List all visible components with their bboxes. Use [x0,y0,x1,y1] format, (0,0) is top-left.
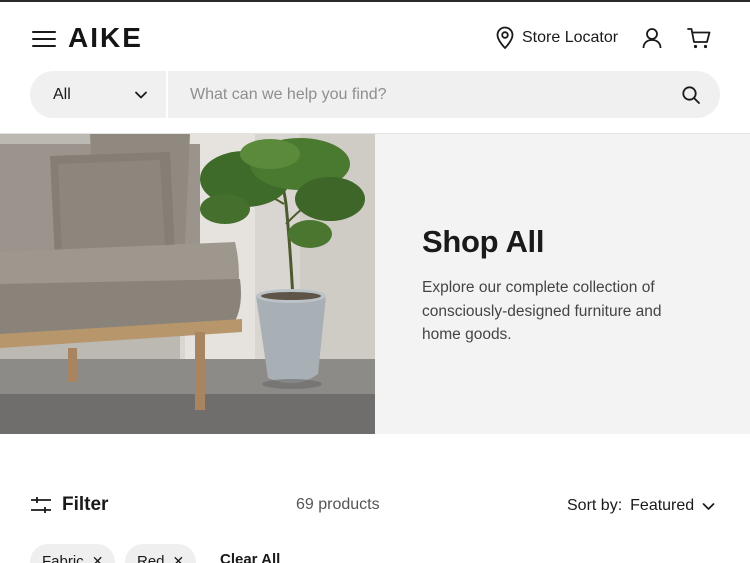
search-bar: All [30,71,720,118]
site-header: AIKE Store Locator [0,2,750,70]
cart-icon[interactable] [686,26,712,50]
sort-dropdown[interactable]: Sort by: Featured [567,496,715,516]
chevron-down-icon [135,91,147,99]
search-category-select[interactable]: All [30,71,166,118]
search-icon[interactable] [681,85,701,105]
sliders-icon [31,497,51,513]
clear-all-button[interactable]: Clear All [220,551,280,563]
sort-label: Sort by: [567,497,623,514]
filter-chip-label: Red [137,553,165,563]
search-category-value: All [53,86,71,103]
sort-value: Featured [630,497,695,514]
hero-banner: Shop All Explore our complete collection… [0,134,750,434]
filter-chip-red[interactable]: Red ✕ [125,544,197,563]
account-icon[interactable] [640,26,664,50]
search-input[interactable] [180,71,660,118]
map-pin-icon [496,26,514,49]
store-locator-link[interactable]: Store Locator [494,26,618,50]
menu-icon[interactable] [32,28,56,48]
page-description: Explore our complete collection of consc… [422,279,662,343]
chevron-down-icon [702,502,715,510]
filter-button[interactable]: Filter [30,493,108,517]
site-logo[interactable]: AIKE [68,24,143,52]
page-title: Shop All [422,224,545,259]
filter-chip-label: Fabric [42,553,84,563]
store-locator-label: Store Locator [522,29,619,46]
filter-chip-fabric[interactable]: Fabric ✕ [30,544,116,563]
product-count: 69 products [296,496,380,513]
hero-image [0,134,375,434]
hero-text-panel: Shop All Explore our complete collection… [375,134,750,434]
search-divider [166,71,168,118]
close-icon[interactable]: ✕ [92,553,104,563]
close-icon[interactable]: ✕ [173,553,185,563]
filter-label: Filter [62,494,109,515]
